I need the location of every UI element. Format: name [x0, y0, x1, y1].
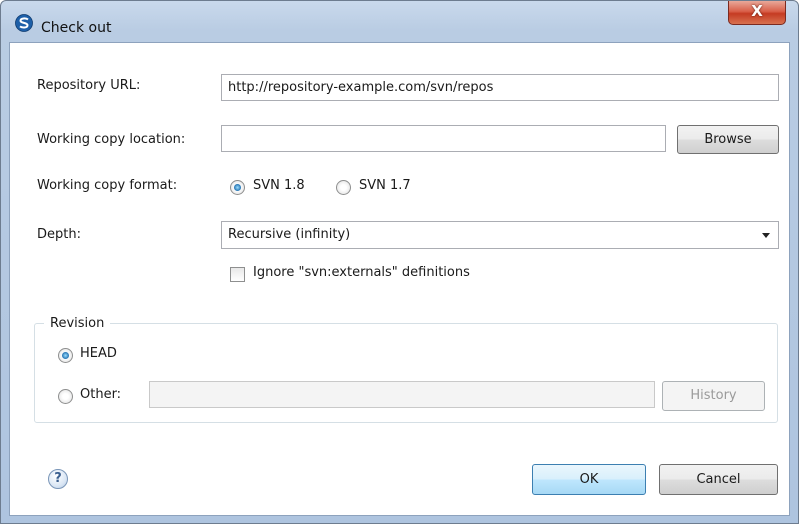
- subversion-app-icon: [15, 14, 33, 32]
- depth-selected-value: Recursive (infinity): [228, 227, 351, 242]
- ignore-externals-label[interactable]: Ignore "svn:externals" definitions: [253, 265, 470, 280]
- depth-select[interactable]: Recursive (infinity): [221, 221, 779, 249]
- svn-1-7-radio[interactable]: [336, 180, 351, 195]
- history-button[interactable]: History: [662, 381, 765, 411]
- help-icon: ?: [54, 471, 62, 486]
- ignore-externals-checkbox[interactable]: [230, 267, 245, 282]
- repository-url-label: Repository URL:: [37, 78, 141, 93]
- cancel-button[interactable]: Cancel: [659, 464, 778, 495]
- depth-label: Depth:: [37, 227, 81, 242]
- svn-1-8-label[interactable]: SVN 1.8: [253, 178, 305, 193]
- revision-other-label[interactable]: Other:: [80, 387, 121, 402]
- working-copy-location-label: Working copy location:: [37, 132, 186, 147]
- revision-group-title: Revision: [44, 316, 111, 331]
- close-button[interactable]: X: [728, 1, 786, 25]
- title-bar[interactable]: Check out X: [1, 1, 798, 39]
- chevron-down-icon: [762, 233, 770, 238]
- svn-1-7-label[interactable]: SVN 1.7: [359, 178, 411, 193]
- close-icon: X: [751, 2, 763, 20]
- repository-url-input[interactable]: http://repository-example.com/svn/repos: [221, 74, 779, 101]
- window-title: Check out: [41, 20, 112, 36]
- ok-button[interactable]: OK: [532, 464, 646, 495]
- browse-button[interactable]: Browse: [677, 125, 779, 154]
- working-copy-format-label: Working copy format:: [37, 178, 178, 193]
- working-copy-location-input[interactable]: [221, 125, 666, 152]
- help-button[interactable]: ?: [48, 469, 68, 489]
- revision-other-input[interactable]: [149, 381, 655, 408]
- svn-1-8-radio[interactable]: [230, 180, 245, 195]
- revision-head-label[interactable]: HEAD: [80, 346, 117, 361]
- revision-head-radio[interactable]: [58, 348, 73, 363]
- revision-other-radio[interactable]: [58, 389, 73, 404]
